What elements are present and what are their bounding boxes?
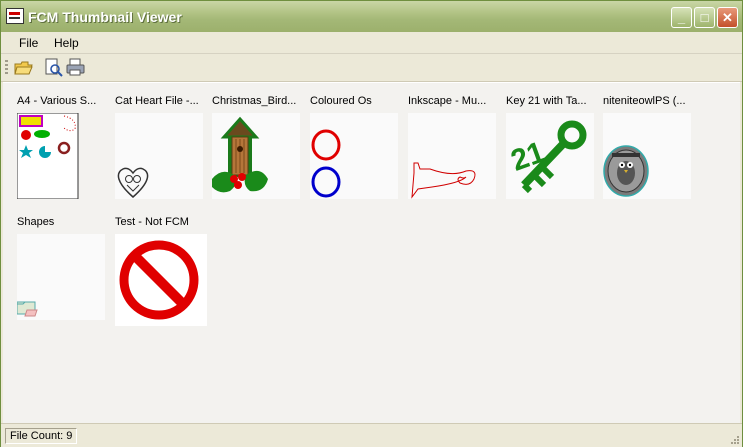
menu-file[interactable]: File <box>19 36 38 50</box>
close-button[interactable]: ✕ <box>717 7 738 28</box>
thumbnail-caption: Key 21 with Ta... <box>506 95 587 107</box>
app-window: FCM Thumbnail Viewer _ □ ✕ File Help A4 … <box>0 0 743 447</box>
thumbnail-image <box>115 234 207 326</box>
thumbnail-image <box>310 113 398 199</box>
thumbnail-image: 21 <box>506 113 594 199</box>
status-bar: File Count: 9 <box>1 423 742 447</box>
window-title: FCM Thumbnail Viewer <box>28 9 182 25</box>
menu-help[interactable]: Help <box>54 36 79 50</box>
menu-bar: File Help <box>1 32 742 54</box>
shapes-folder-icon <box>16 301 38 317</box>
thumbnail-caption: Shapes <box>17 216 55 228</box>
print-preview-icon[interactable] <box>43 57 64 78</box>
print-icon[interactable] <box>65 57 86 78</box>
thumbnail-view[interactable]: A4 - Various S... Cat Heart File -... Ch… <box>3 82 740 423</box>
title-bar[interactable]: FCM Thumbnail Viewer _ □ ✕ <box>1 1 742 32</box>
minimize-button[interactable]: _ <box>671 7 692 28</box>
thumbnail-caption: Christmas_Bird... <box>212 95 297 107</box>
thumbnail-caption: Coloured Os <box>310 95 372 107</box>
thumbnail-caption: A4 - Various S... <box>17 95 97 107</box>
christmas-birdhouse-icon <box>212 116 268 193</box>
toolbar-grip-icon[interactable] <box>5 60 8 76</box>
cat-heart-icon <box>117 167 149 198</box>
thumbnail-caption: Inkscape - Mu... <box>408 95 487 107</box>
thumbnail-caption: niteniteowlPS (... <box>603 95 686 107</box>
maximize-button[interactable]: □ <box>694 7 715 28</box>
toolbar <box>1 54 742 82</box>
coloured-os-icon <box>311 129 341 198</box>
not-fcm-prohibited-icon <box>119 240 199 320</box>
thumbnail-image <box>212 113 300 199</box>
thumbnail-image <box>603 113 691 199</box>
owl-badge-icon <box>603 145 649 197</box>
file-count-label: File Count: 9 <box>5 428 78 444</box>
inkscape-multipart-icon <box>411 162 476 199</box>
thumbnail-image <box>408 113 496 199</box>
thumbnail-caption: Test - Not FCM <box>115 216 189 228</box>
thumbnail-image <box>115 113 203 199</box>
various-shapes-icon <box>16 112 79 200</box>
open-folder-icon[interactable] <box>13 57 34 78</box>
key-21-icon: 21 <box>507 120 587 194</box>
thumbnail-image <box>16 112 105 200</box>
resize-grip-icon[interactable] <box>728 433 740 445</box>
thumbnail-caption: Cat Heart File -... <box>115 95 199 107</box>
thumbnail-image <box>16 234 105 320</box>
app-icon[interactable] <box>6 8 24 24</box>
